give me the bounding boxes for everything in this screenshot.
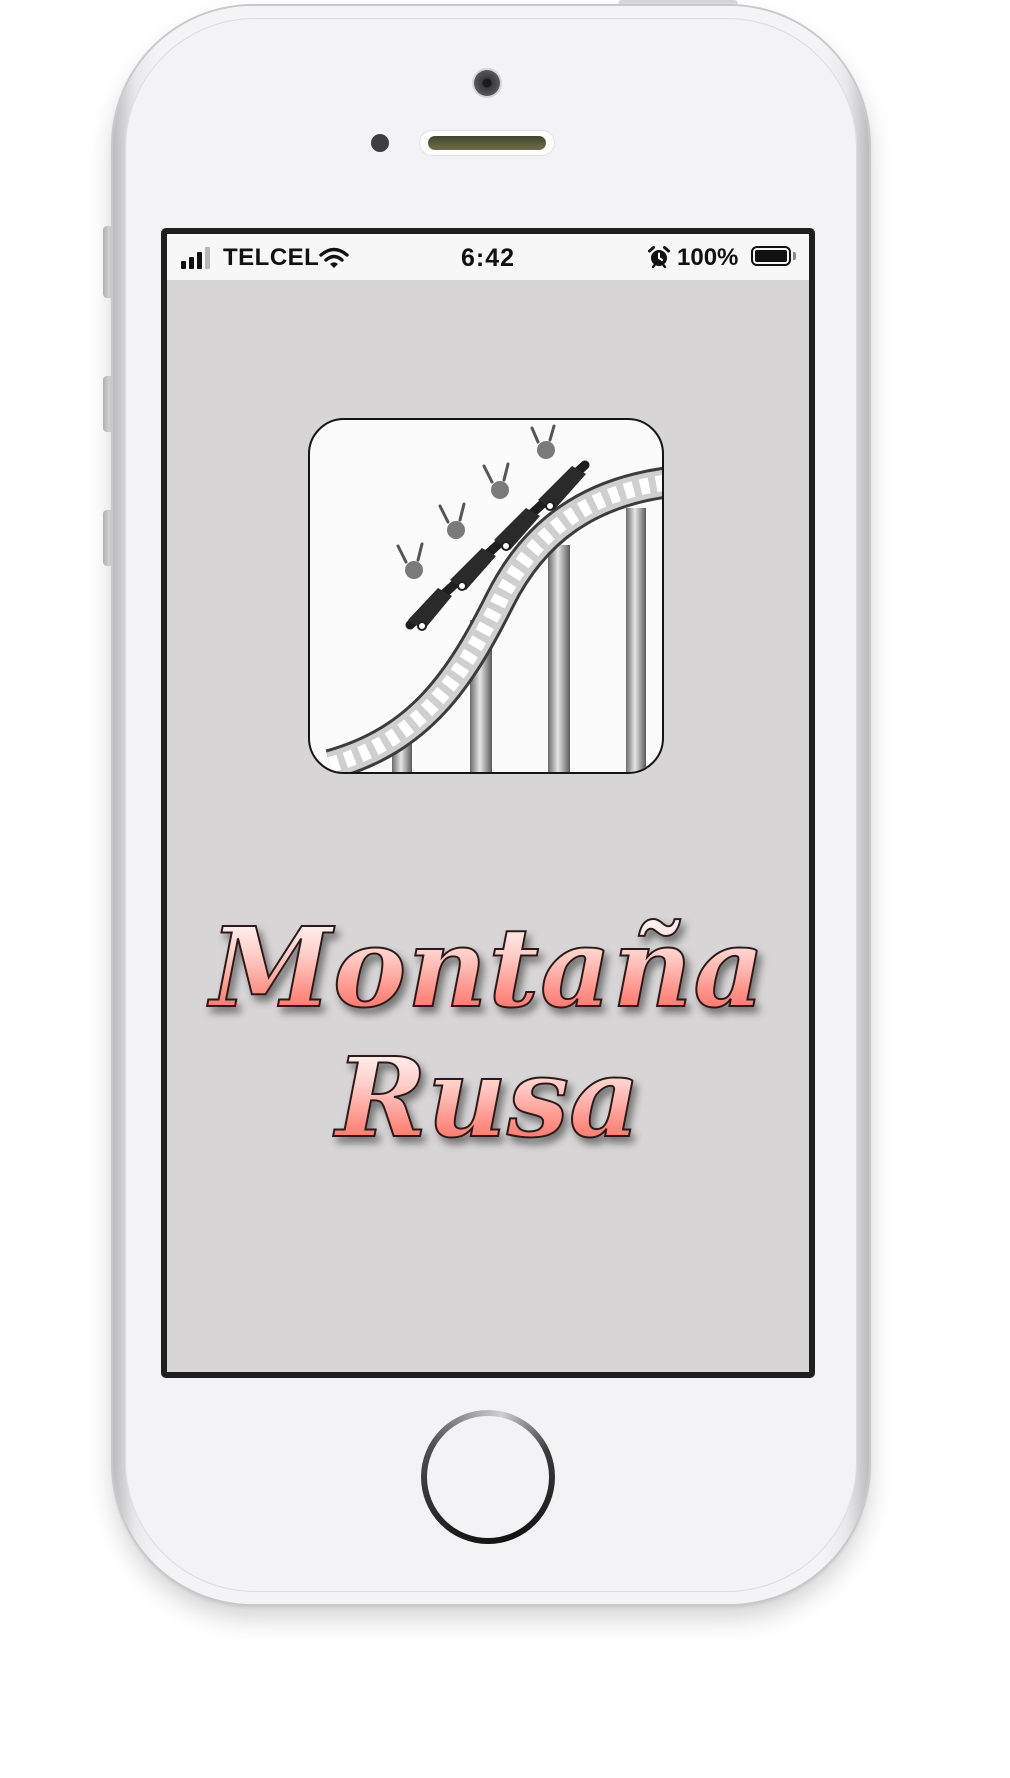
app-title-line-1: Montaña [167, 903, 809, 1033]
roller-coaster-icon [308, 418, 664, 774]
earpiece-speaker [420, 131, 554, 155]
battery-icon [751, 246, 791, 266]
app-title-line-2: Rusa [167, 1033, 809, 1163]
battery-cap [793, 252, 796, 260]
screen-bezel: TELCEL 6:42 100% Montaña Rusa [161, 228, 815, 1378]
alarm-icon [648, 246, 670, 269]
app-screen: TELCEL 6:42 100% Montaña Rusa [167, 234, 809, 1372]
battery-level-fill [755, 250, 787, 262]
front-camera [474, 70, 500, 96]
proximity-sensor [371, 134, 389, 152]
device-mockup: TELCEL 6:42 100% Montaña Rusa [0, 0, 1010, 1778]
battery-percentage: 100% [677, 244, 739, 271]
home-button[interactable] [421, 1410, 555, 1544]
status-bar: TELCEL 6:42 100% [167, 234, 809, 280]
